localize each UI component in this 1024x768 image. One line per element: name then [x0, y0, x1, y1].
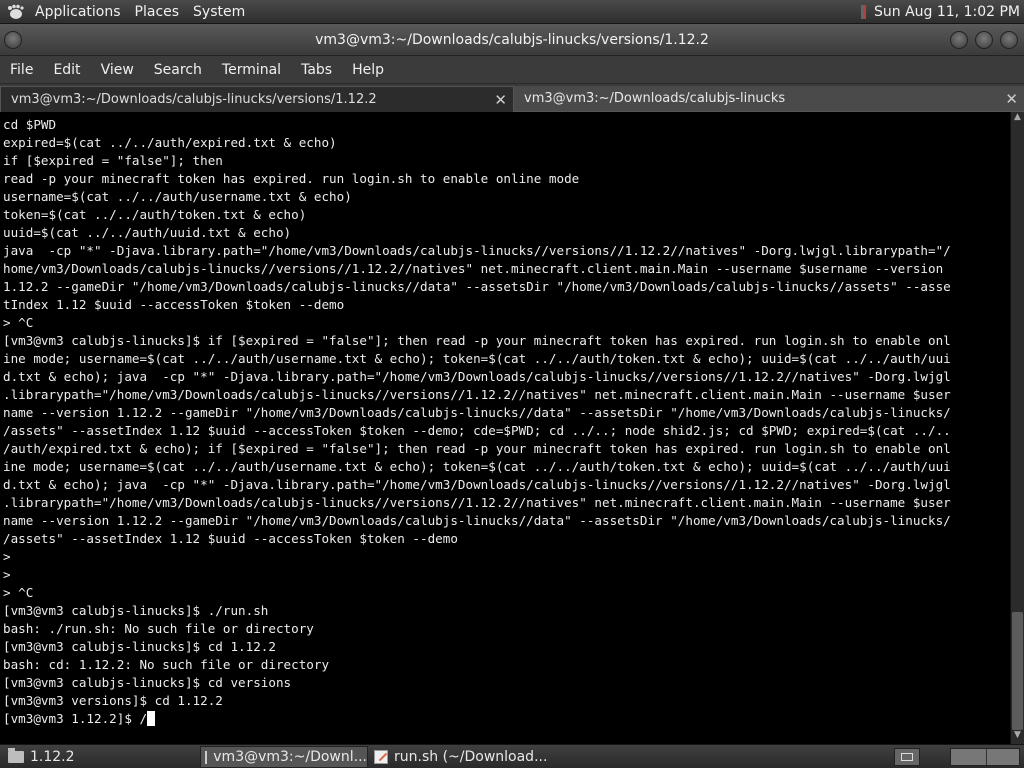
menubar: File Edit View Search Terminal Tabs Help [0, 56, 1024, 84]
taskbar-item-label: 1.12.2 [30, 749, 75, 765]
terminal-line: read -p your minecraft token has expired… [3, 171, 580, 186]
menu-file[interactable]: File [0, 62, 43, 78]
terminal-line: [vm3@vm3 calubjs-linucks]$ ./run.sh [3, 603, 269, 618]
terminal-line: d.txt & echo); java -cp "*" -Djava.libra… [3, 369, 951, 384]
terminal-line: > [3, 549, 11, 564]
menu-edit[interactable]: Edit [43, 62, 90, 78]
terminal-line: ine mode; username=$(cat ../../auth/user… [3, 351, 951, 366]
terminal-line: d.txt & echo); java -cp "*" -Djava.libra… [3, 477, 951, 492]
window-title: vm3@vm3:~/Downloads/calubjs-linucks/vers… [315, 32, 709, 48]
terminal-line: > [3, 567, 11, 582]
close-window-button[interactable] [1000, 31, 1018, 49]
terminal-view[interactable]: cd $PWD expired=$(cat ../../auth/expired… [0, 112, 1010, 744]
bottom-panel: 1.12.2 vm3@vm3:~/Downl... run.sh (~/Down… [0, 744, 1024, 768]
terminal-line: [vm3@vm3 versions]$ cd 1.12.2 [3, 693, 223, 708]
system-menu[interactable]: System [186, 4, 252, 20]
workspace-switcher[interactable] [950, 748, 1020, 766]
terminal-line: /auth/expired.txt & echo); if [$expired … [3, 441, 951, 456]
tab-label: vm3@vm3:~/Downloads/calubjs-linucks/vers… [11, 92, 377, 107]
tab-close-icon[interactable]: ✕ [1005, 86, 1018, 112]
terminal-line: if [$expired = "false"]; then [3, 153, 223, 168]
terminal-line: username=$(cat ../../auth/username.txt &… [3, 189, 352, 204]
top-panel: Applications Places System Sun Aug 11, 1… [0, 0, 1024, 24]
terminal-line: /assets" --assetIndex 1.12 $uuid --acces… [3, 423, 951, 438]
terminal-line: .librarypath="/home/vm3/Downloads/calubj… [3, 387, 951, 402]
scroll-down-arrow-icon[interactable]: ▼ [1011, 730, 1024, 744]
show-desktop-button[interactable] [894, 748, 920, 766]
menu-search[interactable]: Search [144, 62, 212, 78]
tab-bar: vm3@vm3:~/Downloads/calubjs-linucks/vers… [0, 84, 1024, 112]
terminal-line: bash: ./run.sh: No such file or director… [3, 621, 314, 636]
menu-help[interactable]: Help [342, 62, 394, 78]
terminal-line: java -cp "*" -Djava.library.path="/home/… [3, 243, 951, 258]
gnome-foot-icon[interactable] [6, 4, 26, 20]
terminal-line: ine mode; username=$(cat ../../auth/user… [3, 459, 951, 474]
terminal-icon [205, 750, 208, 764]
scrollbar-thumb[interactable] [1012, 612, 1023, 730]
applications-menu[interactable]: Applications [28, 4, 128, 20]
terminal-line: /assets" --assetIndex 1.12 $uuid --acces… [3, 531, 458, 546]
tab-label: vm3@vm3:~/Downloads/calubjs-linucks [524, 91, 786, 106]
terminal-line: name --version 1.12.2 --gameDir "/home/v… [3, 513, 951, 528]
window-titlebar[interactable]: vm3@vm3:~/Downloads/calubjs-linucks/vers… [0, 24, 1024, 56]
terminal-line: > ^C [3, 315, 34, 330]
taskbar-item-folder[interactable]: 1.12.2 [4, 746, 196, 768]
terminal-line: bash: cd: 1.12.2: No such file or direct… [3, 657, 330, 672]
maximize-button[interactable] [975, 31, 993, 49]
taskbar-item-label: vm3@vm3:~/Downl... [213, 749, 367, 765]
terminal-line: expired=$(cat ../../auth/expired.txt & e… [3, 135, 337, 150]
terminal-scrollbar[interactable]: ▲ ▼ [1010, 112, 1024, 744]
terminal-line: uuid=$(cat ../../auth/uuid.txt & echo) [3, 225, 292, 240]
taskbar-item-terminal[interactable]: vm3@vm3:~/Downl... [200, 746, 368, 768]
taskbar-item-label: run.sh (~/Download... [394, 749, 548, 765]
menu-view[interactable]: View [91, 62, 144, 78]
terminal-prompt-line: [vm3@vm3 1.12.2]$ / [3, 711, 148, 726]
terminal-output: cd $PWD expired=$(cat ../../auth/expired… [0, 112, 1010, 728]
notification-flag-icon[interactable] [861, 5, 866, 19]
taskbar-item-editor[interactable]: run.sh (~/Download... [370, 746, 570, 768]
terminal-line: cd $PWD [3, 117, 57, 132]
terminal-line: token=$(cat ../../auth/token.txt & echo) [3, 207, 307, 222]
tab-close-icon[interactable]: ✕ [494, 87, 507, 113]
terminal-line: name --version 1.12.2 --gameDir "/home/v… [3, 405, 951, 420]
text-editor-icon [374, 750, 388, 764]
terminal-history: cd $PWD expired=$(cat ../../auth/expired… [3, 117, 951, 708]
tab-versions-1-12-2[interactable]: vm3@vm3:~/Downloads/calubjs-linucks/vers… [0, 86, 514, 112]
terminal-line: 1.12.2 --gameDir "/home/vm3/Downloads/ca… [3, 279, 951, 294]
clock[interactable]: Sun Aug 11, 1:02 PM [874, 4, 1020, 20]
folder-icon [8, 748, 24, 763]
minimize-button[interactable] [950, 31, 968, 49]
terminal-line: > ^C [3, 585, 34, 600]
terminal-line: home/vm3/Downloads/calubjs-linucks//vers… [3, 261, 944, 276]
terminal-line: tIndex 1.12 $uuid --accessToken $token -… [3, 297, 345, 312]
menu-tabs[interactable]: Tabs [291, 62, 342, 78]
terminal-cursor [147, 711, 156, 726]
terminal-line: [vm3@vm3 calubjs-linucks]$ cd 1.12.2 [3, 639, 276, 654]
places-menu[interactable]: Places [128, 4, 187, 20]
terminal-line: .librarypath="/home/vm3/Downloads/calubj… [3, 495, 951, 510]
terminal-line: [vm3@vm3 calubjs-linucks]$ cd versions [3, 675, 292, 690]
menu-terminal[interactable]: Terminal [212, 62, 291, 78]
scroll-up-arrow-icon[interactable]: ▲ [1011, 112, 1024, 126]
terminal-line: [vm3@vm3 calubjs-linucks]$ if [$expired … [3, 333, 951, 348]
tab-calubjs-linucks[interactable]: vm3@vm3:~/Downloads/calubjs-linucks ✕ [514, 86, 1024, 112]
